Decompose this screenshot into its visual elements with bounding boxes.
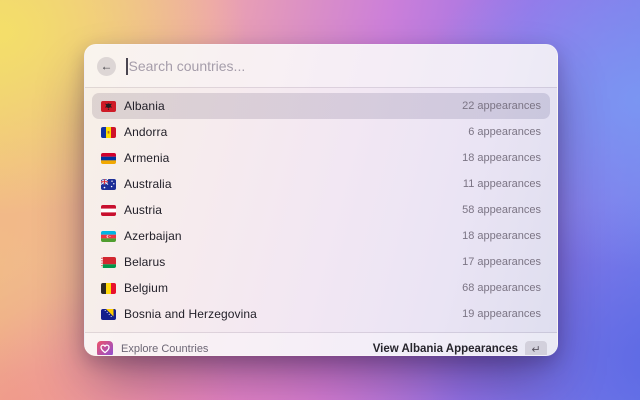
country-name: Albania	[124, 99, 165, 113]
flag-bosnia-and-herzegovina-icon	[101, 308, 116, 320]
list-item-andorra[interactable]: Andorra 6 appearances	[92, 119, 550, 145]
country-name: Andorra	[124, 125, 168, 139]
return-key-icon: ↵	[525, 340, 547, 355]
country-list: Albania 22 appearances Andorra 6 appeara…	[85, 88, 557, 332]
country-name: Australia	[124, 177, 172, 191]
command-palette-window: ← Albania 22 appearances Andorra	[84, 44, 558, 356]
country-name: Bosnia and Herzegovina	[124, 307, 257, 321]
country-name: Armenia	[124, 151, 170, 165]
flag-belarus-icon	[101, 256, 116, 268]
country-name: Belgium	[124, 281, 169, 295]
desktop-background: ← Albania 22 appearances Andorra	[0, 0, 640, 400]
explore-countries-app-icon	[97, 341, 113, 355]
flag-belgium-icon	[101, 282, 116, 294]
appearance-count: 17 appearances	[462, 256, 541, 268]
search-input[interactable]	[128, 58, 545, 74]
flag-andorra-icon	[101, 126, 116, 138]
primary-action-label: View Albania Appearances	[372, 343, 518, 355]
list-item-azerbaijan[interactable]: Azerbaijan 18 appearances	[92, 223, 550, 249]
flag-albania-icon	[101, 100, 116, 112]
list-item-australia[interactable]: Australia 11 appearances	[92, 171, 550, 197]
search-bar: ←	[85, 45, 557, 87]
appearance-count: 22 appearances	[462, 100, 541, 112]
footer-bar: Explore Countries View Albania Appearanc…	[85, 333, 557, 355]
country-name: Austria	[124, 203, 163, 217]
appearance-count: 18 appearances	[462, 230, 541, 242]
country-name: Azerbaijan	[124, 229, 182, 243]
list-item-belarus[interactable]: Belarus 17 appearances	[92, 249, 550, 275]
primary-action[interactable]: View Albania Appearances ↵	[372, 340, 547, 355]
appearance-count: 18 appearances	[462, 152, 541, 164]
appearance-count: 6 appearances	[468, 126, 541, 138]
list-item-austria[interactable]: Austria 58 appearances	[92, 197, 550, 223]
flag-armenia-icon	[101, 152, 116, 164]
list-item-albania[interactable]: Albania 22 appearances	[92, 93, 550, 119]
back-button[interactable]: ←	[97, 56, 116, 76]
appearance-count: 11 appearances	[462, 178, 541, 190]
list-item-bosnia-and-herzegovina[interactable]: Bosnia and Herzegovina 19 appearances	[92, 301, 550, 327]
list-item-armenia[interactable]: Armenia 18 appearances	[92, 145, 550, 171]
flag-austria-icon	[101, 204, 116, 216]
flag-azerbaijan-icon	[101, 230, 116, 242]
back-arrow-icon: ←	[100, 58, 113, 73]
appearance-count: 19 appearances	[462, 308, 541, 320]
search-input-wrapper	[126, 45, 545, 87]
list-item-belgium[interactable]: Belgium 68 appearances	[92, 275, 550, 301]
text-cursor	[126, 57, 128, 75]
country-name: Belarus	[124, 255, 166, 269]
footer-app-info: Explore Countries	[97, 341, 209, 355]
appearance-count: 68 appearances	[462, 282, 541, 294]
extension-name-label: Explore Countries	[121, 343, 209, 355]
flag-australia-icon	[101, 178, 116, 190]
appearance-count: 58 appearances	[462, 204, 541, 216]
